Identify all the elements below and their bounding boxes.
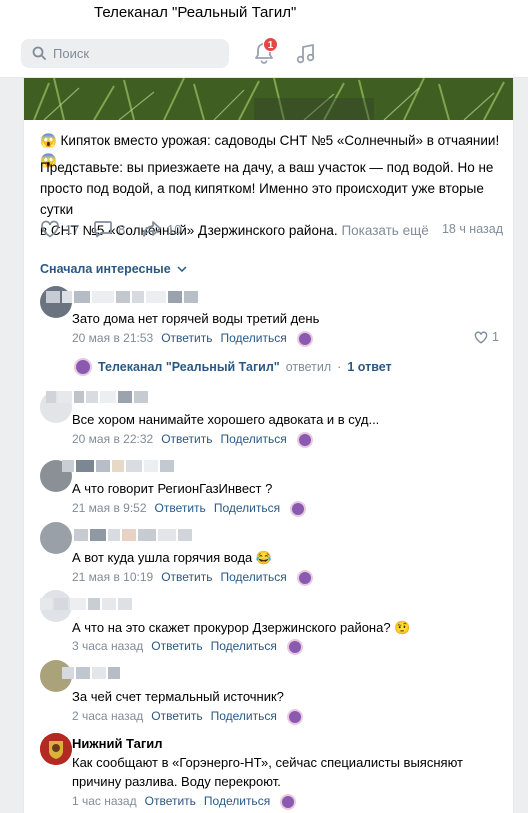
share-icon bbox=[143, 221, 161, 237]
author-name-redacted[interactable] bbox=[46, 391, 148, 403]
share-button[interactable]: 10 bbox=[142, 219, 181, 239]
reaction-avatar bbox=[296, 432, 313, 448]
comment-date[interactable]: 21 мая в 10:19 bbox=[72, 570, 153, 586]
reply-link[interactable]: Ответить bbox=[161, 432, 212, 448]
reaction-avatar bbox=[286, 709, 303, 725]
comment-meta: 2 часа назад Ответить Поделиться bbox=[72, 709, 303, 725]
comment-like-count: 1 bbox=[492, 330, 499, 344]
reply-verb: ответил bbox=[285, 360, 332, 374]
author-name-redacted[interactable] bbox=[62, 667, 120, 679]
reply-separator: · bbox=[337, 360, 342, 374]
comment-count: 8 bbox=[118, 221, 126, 237]
author-name-redacted[interactable] bbox=[62, 460, 174, 472]
coat-of-arms-icon bbox=[40, 733, 72, 765]
post-card: 😱 Кипяток вместо урожая: садоводы СНТ №5… bbox=[23, 78, 514, 813]
comment-button[interactable]: 8 bbox=[93, 219, 125, 239]
window-titlebar: Телеканал "Реальный Тагил" bbox=[0, 0, 528, 28]
comment-meta: 21 мая в 9:52 Ответить Поделиться bbox=[72, 501, 307, 517]
comments-sort-dropdown[interactable]: Сначала интересные bbox=[40, 262, 187, 276]
reaction-avatar bbox=[296, 570, 313, 586]
reply-link[interactable]: Ответить bbox=[161, 331, 212, 347]
notification-badge: 1 bbox=[263, 37, 278, 52]
reaction-avatar bbox=[296, 331, 313, 347]
author-name-redacted[interactable] bbox=[46, 291, 198, 303]
share-link[interactable]: Поделиться bbox=[204, 794, 270, 810]
comment-meta: 1 час назад Ответить Поделиться bbox=[72, 794, 297, 810]
post-body-line: Представьте: вы приезжаете на дачу, а ва… bbox=[40, 160, 494, 175]
reply-link[interactable]: Ответить bbox=[151, 709, 202, 725]
reply-link[interactable]: Ответить bbox=[155, 501, 206, 517]
comment-text: причину разлива. Воду перекроют. bbox=[72, 774, 281, 789]
comment-date[interactable]: 20 мая в 21:53 bbox=[72, 331, 153, 347]
share-link[interactable]: Поделиться bbox=[211, 639, 277, 655]
window-title: Телеканал "Реальный Тагил" bbox=[94, 4, 297, 21]
comment-date[interactable]: 21 мая в 9:52 bbox=[72, 501, 147, 517]
author-name-redacted[interactable] bbox=[40, 598, 132, 610]
comment-text: А вот куда ушла горячия вода 😂 bbox=[72, 550, 273, 565]
comment-text: Как сообщают в «Горэнерго-НТ», сейчас сп… bbox=[72, 755, 463, 770]
comment-meta: 20 мая в 22:32 Ответить Поделиться bbox=[72, 432, 313, 448]
comment-text: За чей счет термальный источник? bbox=[72, 689, 284, 704]
share-link[interactable]: Поделиться bbox=[214, 501, 280, 517]
comment-date[interactable]: 20 мая в 22:32 bbox=[72, 432, 153, 448]
reaction-avatar bbox=[286, 639, 303, 655]
comment-icon bbox=[94, 221, 112, 238]
reaction-avatar bbox=[290, 501, 307, 517]
top-navigation-bar: Поиск 1 bbox=[0, 28, 528, 78]
search-input[interactable]: Поиск bbox=[21, 39, 229, 68]
comment-date[interactable]: 1 час назад bbox=[72, 794, 137, 810]
comment-meta: 20 мая в 21:53 Ответить Поделиться bbox=[72, 331, 313, 347]
search-placeholder: Поиск bbox=[53, 46, 90, 61]
share-link[interactable]: Поделиться bbox=[220, 570, 286, 586]
share-link[interactable]: Поделиться bbox=[220, 331, 286, 347]
music-icon[interactable] bbox=[296, 43, 316, 65]
avatar[interactable] bbox=[40, 733, 72, 765]
heart-icon bbox=[41, 220, 59, 238]
reaction-avatar bbox=[280, 794, 297, 810]
comment-meta: 21 мая в 10:19 Ответить Поделиться bbox=[72, 570, 313, 586]
post-body-line: просто под водой, а под кипятком! Именно… bbox=[40, 181, 484, 217]
reply-author[interactable]: Телеканал "Реальный Тагил" bbox=[98, 360, 280, 374]
sort-label: Сначала интересные bbox=[40, 262, 171, 276]
share-count: 10 bbox=[167, 221, 182, 237]
like-button[interactable]: 17 bbox=[40, 219, 79, 239]
comment-date[interactable]: 3 часа назад bbox=[72, 639, 143, 655]
heart-icon bbox=[474, 331, 488, 344]
channel-avatar bbox=[74, 358, 92, 376]
reply-count[interactable]: 1 ответ bbox=[347, 360, 391, 374]
comment-text: А что на это скажет прокурор Дзержинског… bbox=[72, 620, 411, 635]
comment-author[interactable]: Нижний Тагил bbox=[72, 736, 163, 751]
share-link[interactable]: Поделиться bbox=[211, 709, 277, 725]
comment-text: Зато дома нет горячей воды третий день bbox=[72, 311, 320, 326]
like-count: 17 bbox=[65, 221, 80, 237]
reply-link[interactable]: Ответить bbox=[145, 794, 196, 810]
avatar[interactable] bbox=[40, 522, 72, 554]
search-icon bbox=[32, 46, 46, 60]
comment-date[interactable]: 2 часа назад bbox=[72, 709, 143, 725]
post-actions: 17 8 10 18 ч назад bbox=[40, 219, 503, 239]
chevron-down-icon bbox=[177, 266, 187, 272]
reply-thread[interactable]: Телеканал "Реальный Тагил" ответил · 1 о… bbox=[72, 358, 392, 376]
reply-link[interactable]: Ответить bbox=[161, 570, 212, 586]
comment-like-button[interactable]: 1 bbox=[474, 330, 499, 344]
post-time[interactable]: 18 ч назад bbox=[442, 222, 503, 236]
reply-link[interactable]: Ответить bbox=[151, 639, 202, 655]
comment-text: Все хором нанимайте хорошего адвоката и … bbox=[72, 412, 380, 427]
post-photo[interactable] bbox=[24, 78, 513, 120]
author-name-redacted[interactable] bbox=[74, 529, 192, 541]
comment-meta: 3 часа назад Ответить Поделиться bbox=[72, 639, 303, 655]
share-link[interactable]: Поделиться bbox=[220, 432, 286, 448]
comment-text: А что говорит РегионГазИнвест ? bbox=[72, 481, 273, 496]
